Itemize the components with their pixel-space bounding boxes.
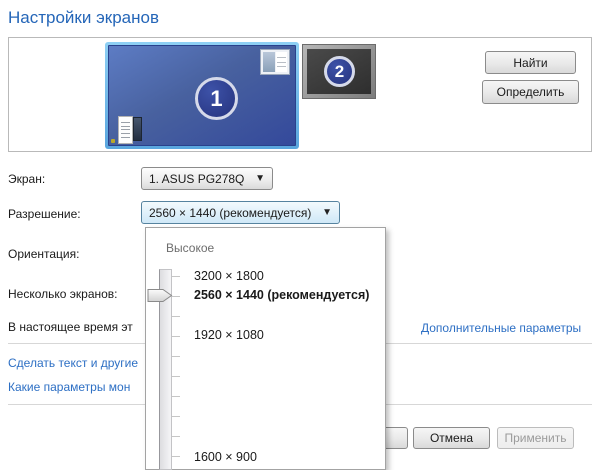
screen-label: Экран:	[8, 172, 46, 186]
advanced-settings-link[interactable]: Дополнительные параметры	[421, 321, 581, 335]
identify-button[interactable]: Определить	[482, 80, 579, 104]
slider-tick	[172, 416, 180, 417]
orientation-label: Ориентация:	[8, 247, 80, 261]
monitor-preview-panel: 1 2 Найти Определить	[8, 37, 592, 152]
resolution-label: Разрешение:	[8, 207, 81, 221]
monitor-2-number-badge: 2	[324, 56, 355, 87]
slider-tick	[172, 356, 180, 357]
resolution-option[interactable]: 1920 × 1080	[194, 328, 264, 342]
mini-taskbar-icon	[118, 116, 142, 144]
multiple-displays-label: Несколько экранов:	[8, 287, 118, 301]
chevron-down-icon: ▼	[322, 207, 332, 218]
cancel-button[interactable]: Отмена	[413, 427, 490, 449]
slider-tick	[172, 336, 180, 337]
resolution-group-label: Высокое	[166, 241, 215, 255]
what-display-settings-link[interactable]: Какие параметры мон	[8, 380, 145, 394]
resolution-dropdown-value: 2560 × 1440 (рекомендуется)	[149, 205, 312, 220]
slider-tick	[172, 436, 180, 437]
monitor-1-number: 1	[210, 85, 223, 111]
display-settings-window: Настройки экранов 1 2 Найти Определить Э…	[0, 0, 600, 470]
resolution-option[interactable]: 1600 × 900	[194, 450, 257, 464]
slider-tick	[172, 276, 180, 277]
resolution-option-selected[interactable]: 2560 × 1440 (рекомендуется)	[194, 288, 369, 302]
slider-tick	[172, 456, 180, 457]
resolution-flyout: Высокое 3200 × 1800 2560 × 1440 (рекомен…	[145, 227, 386, 470]
resolution-dropdown[interactable]: 2560 × 1440 (рекомендуется) ▼	[141, 201, 340, 224]
slider-tick	[172, 396, 180, 397]
slider-tick	[172, 376, 180, 377]
chevron-down-icon: ▼	[255, 173, 265, 184]
monitor-2-number: 2	[334, 61, 345, 81]
primary-display-text: В настоящее время эт	[8, 320, 133, 334]
screen-dropdown-value: 1. ASUS PG278Q	[149, 171, 245, 186]
screen-dropdown[interactable]: 1. ASUS PG278Q ▼	[141, 167, 273, 190]
resolution-slider-thumb[interactable]	[147, 288, 173, 303]
mini-window-icon	[260, 49, 290, 75]
monitor-2-screen: 2	[307, 49, 371, 94]
resolution-option[interactable]: 3200 × 1800	[194, 269, 264, 283]
make-text-larger-link[interactable]: Сделать текст и другие	[8, 356, 145, 370]
apply-button: Применить	[497, 427, 574, 449]
monitor-2[interactable]: 2	[302, 44, 376, 99]
find-button[interactable]: Найти	[485, 51, 576, 74]
start-button-dot-icon	[111, 139, 115, 143]
monitor-1-screen: 1	[108, 45, 296, 146]
page-title: Настройки экранов	[8, 8, 159, 27]
monitor-1-number-badge: 1	[195, 77, 238, 120]
monitor-1[interactable]: 1	[105, 42, 299, 149]
slider-tick	[172, 296, 180, 297]
slider-tick	[172, 316, 180, 317]
